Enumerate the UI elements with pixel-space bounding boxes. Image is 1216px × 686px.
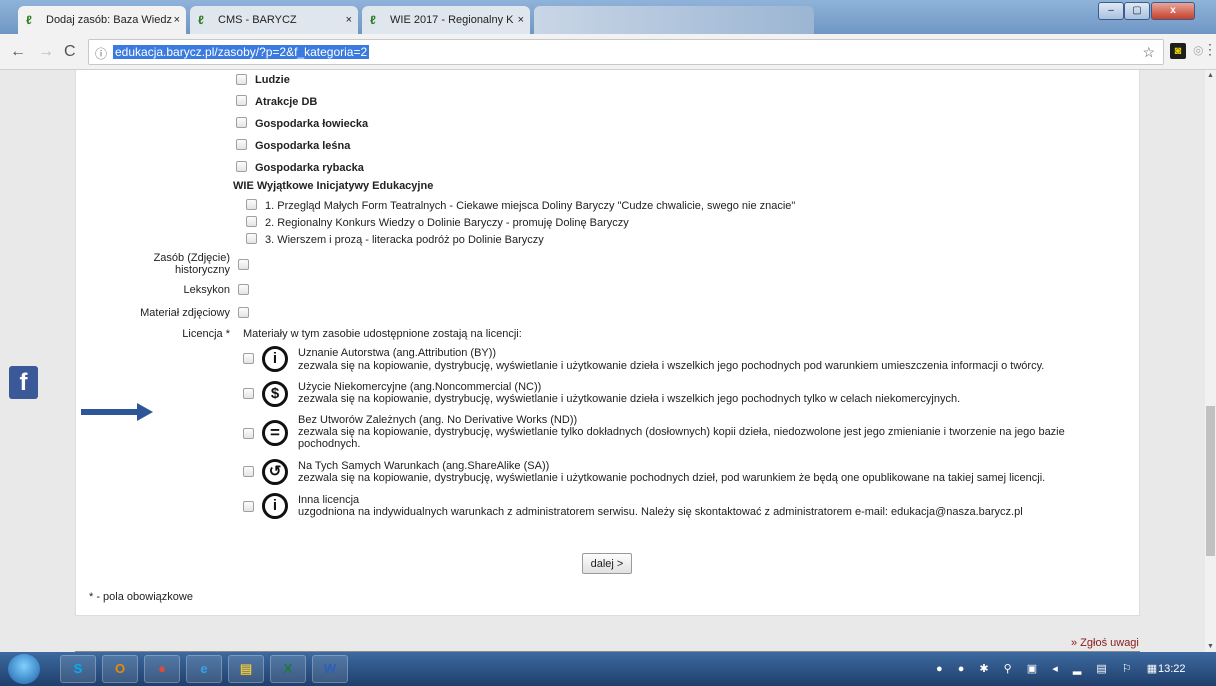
field-label-leksykon: Leksykon — [183, 284, 230, 296]
site-favicon-icon: ℓ — [26, 13, 32, 27]
arrow-annotation-icon — [81, 403, 153, 421]
license-intro: Materiały w tym zasobie udostępnione zos… — [243, 328, 522, 340]
skype-icon[interactable]: S — [60, 655, 96, 683]
scroll-up-icon[interactable]: ▲ — [1207, 72, 1214, 79]
tab-blurred[interactable] — [534, 6, 814, 34]
tab-cms-barycz[interactable]: ℓ CMS - BARYCZ × — [190, 6, 358, 34]
required-fields-note: * - pola obowiązkowe — [89, 591, 193, 603]
checkbox-wie-1[interactable] — [246, 199, 257, 210]
ie-icon[interactable]: e — [186, 655, 222, 683]
wie-heading: WIE Wyjątkowe Inicjatywy Edukacyjne — [233, 180, 434, 192]
checkbox-wie-2[interactable] — [246, 216, 257, 227]
excel-icon[interactable]: X — [270, 655, 306, 683]
checkbox-gospodarka-lesna[interactable] — [236, 139, 247, 150]
tab-close-icon[interactable]: × — [174, 6, 180, 34]
license-title: Bez Utworów Zależnych (ang. No Derivativ… — [298, 414, 578, 426]
wie-item: 1. Przegląd Małych Form Teatralnych - Ci… — [265, 200, 796, 212]
explorer-icon[interactable]: ▤ — [228, 655, 264, 683]
next-button[interactable]: dalej > — [582, 553, 632, 574]
scroll-down-icon[interactable]: ▼ — [1207, 643, 1214, 650]
restore-button[interactable]: ▢ — [1124, 2, 1150, 20]
checkbox-gospodarka-lowiecka[interactable] — [236, 117, 247, 128]
license-description: zezwala się na kopiowanie, dystrybucję, … — [298, 426, 1065, 450]
checkbox-license-nc[interactable] — [243, 388, 254, 399]
tab-close-icon[interactable]: × — [346, 6, 352, 34]
category-label: Gospodarka łowiecka — [255, 118, 369, 130]
category-label: Gospodarka rybacka — [255, 162, 364, 174]
scroll-thumb[interactable] — [1206, 406, 1215, 556]
report-feedback-link[interactable]: » Zgłoś uwagi — [1071, 637, 1139, 649]
browser-toolbar: ← → C ⓘ edukacja.barycz.pl/zasoby/?p=2&f… — [0, 34, 1216, 70]
checkbox-wie-3[interactable] — [246, 233, 257, 244]
category-label: Gospodarka leśna — [255, 140, 351, 152]
browser-menu-icon[interactable]: ⋮ — [1203, 41, 1216, 58]
page-viewport: Ludzie Atrakcje DB Gospodarka łowiecka G… — [0, 70, 1205, 652]
license-title: Inna licencja — [298, 494, 360, 506]
field-label-line: historyczny — [174, 264, 230, 276]
category-label: Atrakcje DB — [255, 96, 318, 108]
noncommercial-icon: $ — [262, 381, 288, 407]
no-derivatives-icon: = — [262, 420, 288, 446]
extension-grey-icon[interactable]: ◎ — [1193, 43, 1203, 57]
license-title: Na Tych Samych Warunkach (ang.ShareAlike… — [298, 460, 550, 472]
tab-dodaj-zasob[interactable]: ℓ Dodaj zasób: Baza Wiedz × — [18, 6, 186, 34]
page-scrollbar[interactable]: ▲ ▼ — [1205, 70, 1216, 652]
tab-wie-2017[interactable]: ℓ WIE 2017 - Regionalny K × — [362, 6, 530, 34]
checkbox-zasob-historyczny[interactable] — [238, 259, 249, 270]
tab-close-icon[interactable]: × — [518, 6, 524, 34]
checkbox-leksykon[interactable] — [238, 284, 249, 295]
license-description: uzgodniona na indywidualnych warunkach z… — [298, 506, 1023, 518]
tab-title: CMS - BARYCZ — [218, 14, 297, 26]
facebook-icon[interactable]: f — [9, 366, 38, 399]
site-info-icon[interactable]: ⓘ — [95, 45, 107, 62]
browser-tab-bar: ℓ Dodaj zasób: Baza Wiedz × ℓ CMS - BARY… — [0, 0, 1216, 34]
address-bar[interactable]: ⓘ edukacja.barycz.pl/zasoby/?p=2&f_kateg… — [88, 39, 1164, 65]
close-window-button[interactable]: x — [1151, 2, 1195, 20]
wie-item: 2. Regionalny Konkurs Wiedzy o Dolinie B… — [265, 217, 629, 229]
forward-arrow-icon[interactable]: → — [38, 43, 54, 61]
url-text[interactable]: edukacja.barycz.pl/zasoby/?p=2&f_kategor… — [113, 45, 370, 59]
share-alike-icon: ↺ — [262, 459, 288, 485]
license-description: zezwala się na kopiowanie, dystrybucję, … — [298, 360, 1045, 372]
checkbox-gospodarka-rybacka[interactable] — [236, 161, 247, 172]
windows-taskbar: S O ● e ▤ X W ● ● ✱ ⚲ ▣ ◂ ▂ ▤ ⚐ ▦ 13:22 — [0, 652, 1216, 686]
attribution-icon: i — [262, 346, 288, 372]
chrome-icon[interactable]: ● — [144, 655, 180, 683]
taskbar-clock[interactable]: 13:22 — [1158, 663, 1186, 675]
checkbox-license-other[interactable] — [243, 501, 254, 512]
site-favicon-icon: ℓ — [370, 13, 376, 27]
field-label-licencja: Licencja * — [182, 328, 230, 340]
field-label-line: Zasób (Zdjęcie) — [153, 252, 230, 264]
minimize-button[interactable]: – — [1098, 2, 1124, 20]
system-tray-icons[interactable]: ● ● ✱ ⚲ ▣ ◂ ▂ ▤ ⚐ ▦ — [936, 662, 1163, 675]
field-label-zasob: Zasób (Zdjęcie) historyczny — [116, 252, 230, 276]
checkbox-license-nd[interactable] — [243, 428, 254, 439]
license-description: zezwala się na kopiowanie, dystrybucję, … — [298, 472, 1046, 484]
other-license-icon: i — [262, 493, 288, 519]
field-label-material: Materiał zdjęciowy — [140, 307, 230, 319]
wie-item: 3. Wierszem i prozą - literacka podróż p… — [265, 234, 544, 246]
checkbox-license-by[interactable] — [243, 353, 254, 364]
back-arrow-icon[interactable]: ← — [10, 43, 26, 61]
tab-title: Dodaj zasób: Baza Wiedz — [46, 14, 172, 26]
form-panel: Ludzie Atrakcje DB Gospodarka łowiecka G… — [75, 70, 1140, 616]
checkbox-material-zdjeciowy[interactable] — [238, 307, 249, 318]
checkbox-license-sa[interactable] — [243, 466, 254, 477]
extension-icon[interactable]: ◙ — [1170, 43, 1186, 59]
site-favicon-icon: ℓ — [198, 13, 204, 27]
checkbox-ludzie[interactable] — [236, 74, 247, 85]
license-description: zezwala się na kopiowanie, dystrybucję, … — [298, 393, 961, 405]
reload-icon[interactable]: C — [64, 43, 76, 61]
checkbox-atrakcje[interactable] — [236, 95, 247, 106]
bookmark-star-icon[interactable]: ☆ — [1142, 44, 1155, 61]
outlook-icon[interactable]: O — [102, 655, 138, 683]
license-title: Uznanie Autorstwa (ang.Attribution (BY)) — [298, 347, 497, 359]
license-title: Użycie Niekomercyjne (ang.Noncommercial … — [298, 381, 542, 393]
start-button[interactable] — [8, 654, 40, 684]
tab-title: WIE 2017 - Regionalny K — [390, 14, 514, 26]
category-label: Ludzie — [255, 74, 290, 86]
word-icon[interactable]: W — [312, 655, 348, 683]
